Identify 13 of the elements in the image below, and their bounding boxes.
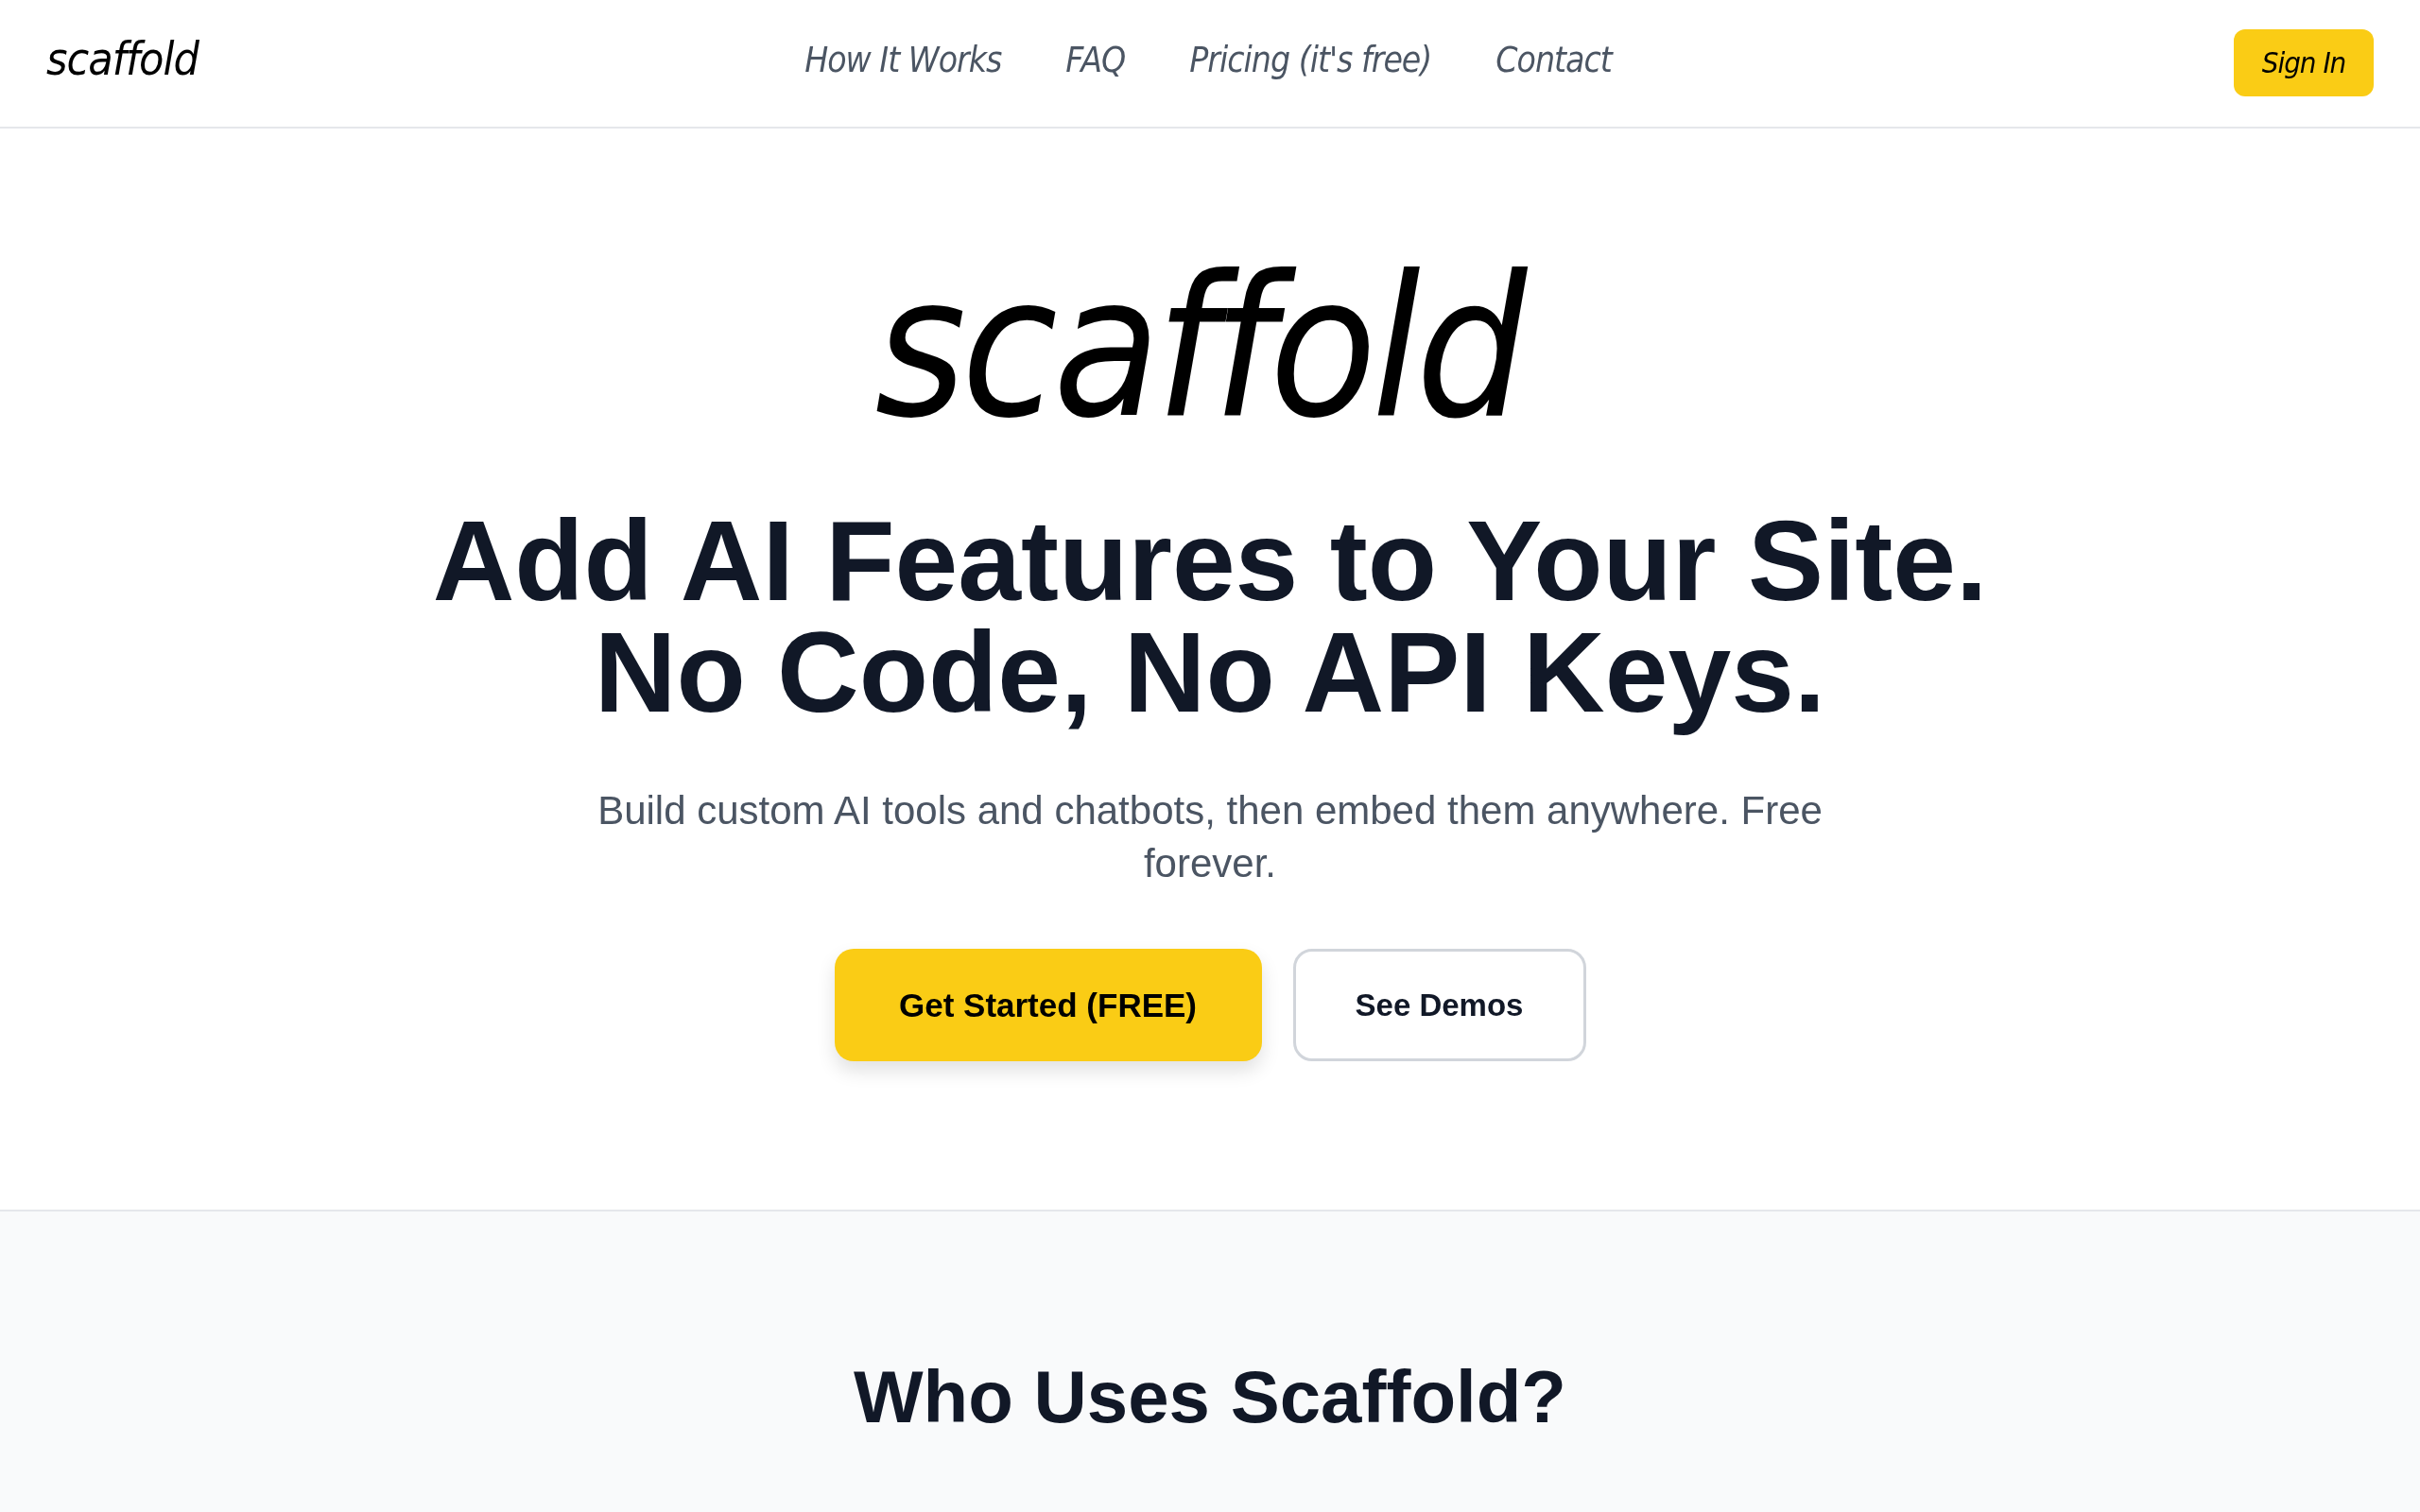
hero-wordmark: scaffold [873, 246, 1526, 451]
nav-link[interactable]: Contact [1495, 39, 1616, 80]
nav-link[interactable]: Pricing (it's free) [1189, 39, 1436, 80]
subtitle-text: Build custom AI tools and chatbots, then embed them anywhere. Free forever. [596, 787, 1824, 888]
section-heading: Who Uses Scaffold? [853, 1354, 1567, 1440]
sign-in-button[interactable]: Sign In [2234, 28, 2374, 96]
headline-text: No Code, No API Keys. [594, 616, 1826, 738]
see-demos-button[interactable]: See Demos [1292, 949, 1586, 1062]
logo-wordmark[interactable]: scaffold [46, 32, 204, 85]
get-started-button[interactable]: Get Started (FREE) [834, 949, 1262, 1062]
nav-link[interactable]: How It Works [804, 39, 1006, 80]
nav-link[interactable]: FAQ [1065, 39, 1130, 80]
headline-text: Add AI Features to Your Site. [432, 505, 1988, 617]
